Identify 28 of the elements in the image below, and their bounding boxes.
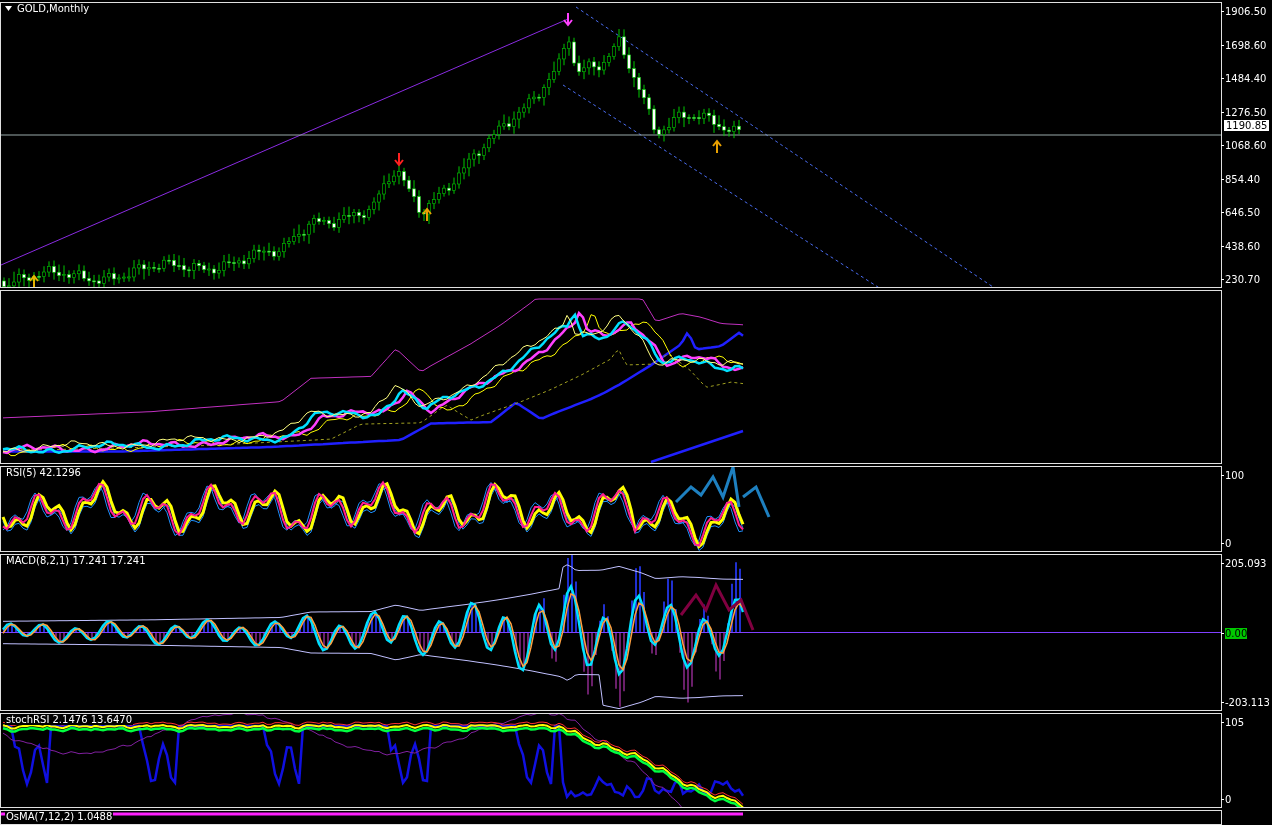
- up-arrow-icon: [712, 139, 722, 154]
- axis-label: 105: [1225, 717, 1245, 728]
- axis-label: 1698.60: [1225, 39, 1267, 51]
- up-arrow-icon: [29, 274, 39, 287]
- axis-label: 438.60: [1225, 240, 1260, 252]
- stoch-rsi-label: stochRSI 2.1476 13.6470: [5, 714, 134, 725]
- down-arrow-icon: [394, 152, 404, 167]
- axis-label: 1906.50: [1225, 6, 1267, 17]
- down-arrow-icon: [563, 12, 573, 27]
- axis-label: 100: [1225, 470, 1245, 481]
- axis-label: 1276.50: [1225, 106, 1267, 118]
- axis-label: 230.70: [1225, 274, 1260, 285]
- axis-label: 854.40: [1225, 173, 1260, 185]
- axis-label: 0: [1225, 794, 1232, 805]
- axis-label: 1484.40: [1225, 73, 1267, 84]
- axis-label: 205.093: [1225, 558, 1267, 569]
- chart-title: GOLD,Monthly: [16, 3, 91, 14]
- axis-label: 0: [1225, 538, 1232, 549]
- current-price-label: 1190.85: [1224, 120, 1270, 132]
- axis-label: 0.00: [1225, 627, 1248, 639]
- up-arrow-icon: [422, 207, 432, 222]
- rsi-label: RSI(5) 42.1296: [5, 467, 82, 478]
- axis-label: 646.50: [1225, 207, 1260, 218]
- caret-icon[interactable]: [5, 6, 12, 11]
- osma-label: OsMA(7,12,2) 1.0488: [5, 811, 114, 822]
- macd-label: MACD(8,2,1) 17.241 17.241: [5, 555, 147, 566]
- axis-label: 1068.60: [1225, 140, 1267, 151]
- axis-label: -203.113: [1225, 697, 1270, 708]
